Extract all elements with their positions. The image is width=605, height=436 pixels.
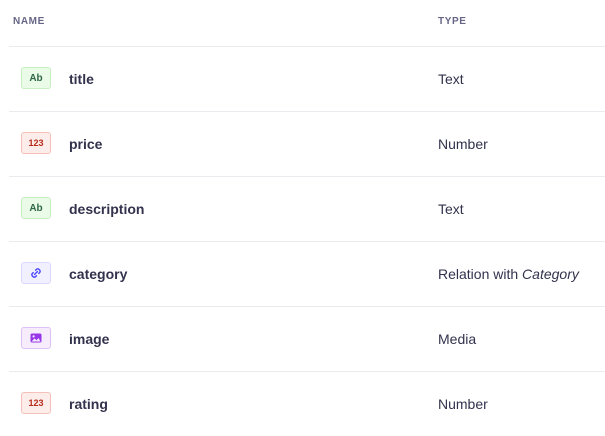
image-icon — [21, 327, 51, 349]
link-icon — [21, 262, 51, 284]
table-row[interactable]: Ab title Text — [9, 47, 605, 112]
field-type: Number — [438, 396, 488, 412]
table-row[interactable]: 123 price Number — [9, 112, 605, 177]
field-name: category — [69, 266, 128, 282]
field-type: Text — [438, 201, 464, 217]
field-type-label: Text — [438, 201, 464, 217]
field-type-label: Text — [438, 71, 464, 87]
field-type: Media — [438, 331, 476, 347]
column-header-type: TYPE — [438, 16, 467, 27]
table-row[interactable]: category Relation with Category — [9, 242, 605, 307]
fields-table: NAME TYPE Ab title Text 123 price Number… — [0, 0, 605, 436]
text-type-icon: Ab — [21, 67, 51, 89]
table-header: NAME TYPE — [9, 0, 605, 47]
field-name: rating — [69, 396, 108, 412]
field-name: description — [69, 201, 145, 217]
field-type-label: Relation with — [438, 266, 519, 282]
field-type: Text — [438, 71, 464, 87]
relation-target: Category — [522, 266, 579, 282]
field-type-label: Media — [438, 331, 477, 347]
field-name: price — [69, 136, 103, 152]
number-type-icon: 123 — [21, 392, 51, 414]
field-type: Relation with Category — [438, 266, 579, 282]
table-row[interactable]: Ab description Text — [9, 177, 605, 242]
field-name: image — [69, 331, 110, 347]
table-row[interactable]: image Media — [9, 307, 605, 372]
text-type-icon: Ab — [21, 197, 51, 219]
number-type-icon: 123 — [21, 132, 51, 154]
table-row[interactable]: 123 rating Number — [9, 372, 605, 436]
field-type-label: Number — [438, 136, 488, 152]
field-type-label: Number — [438, 396, 488, 412]
column-header-name: NAME — [13, 16, 45, 27]
field-name: title — [69, 71, 94, 87]
field-type: Number — [438, 136, 488, 152]
